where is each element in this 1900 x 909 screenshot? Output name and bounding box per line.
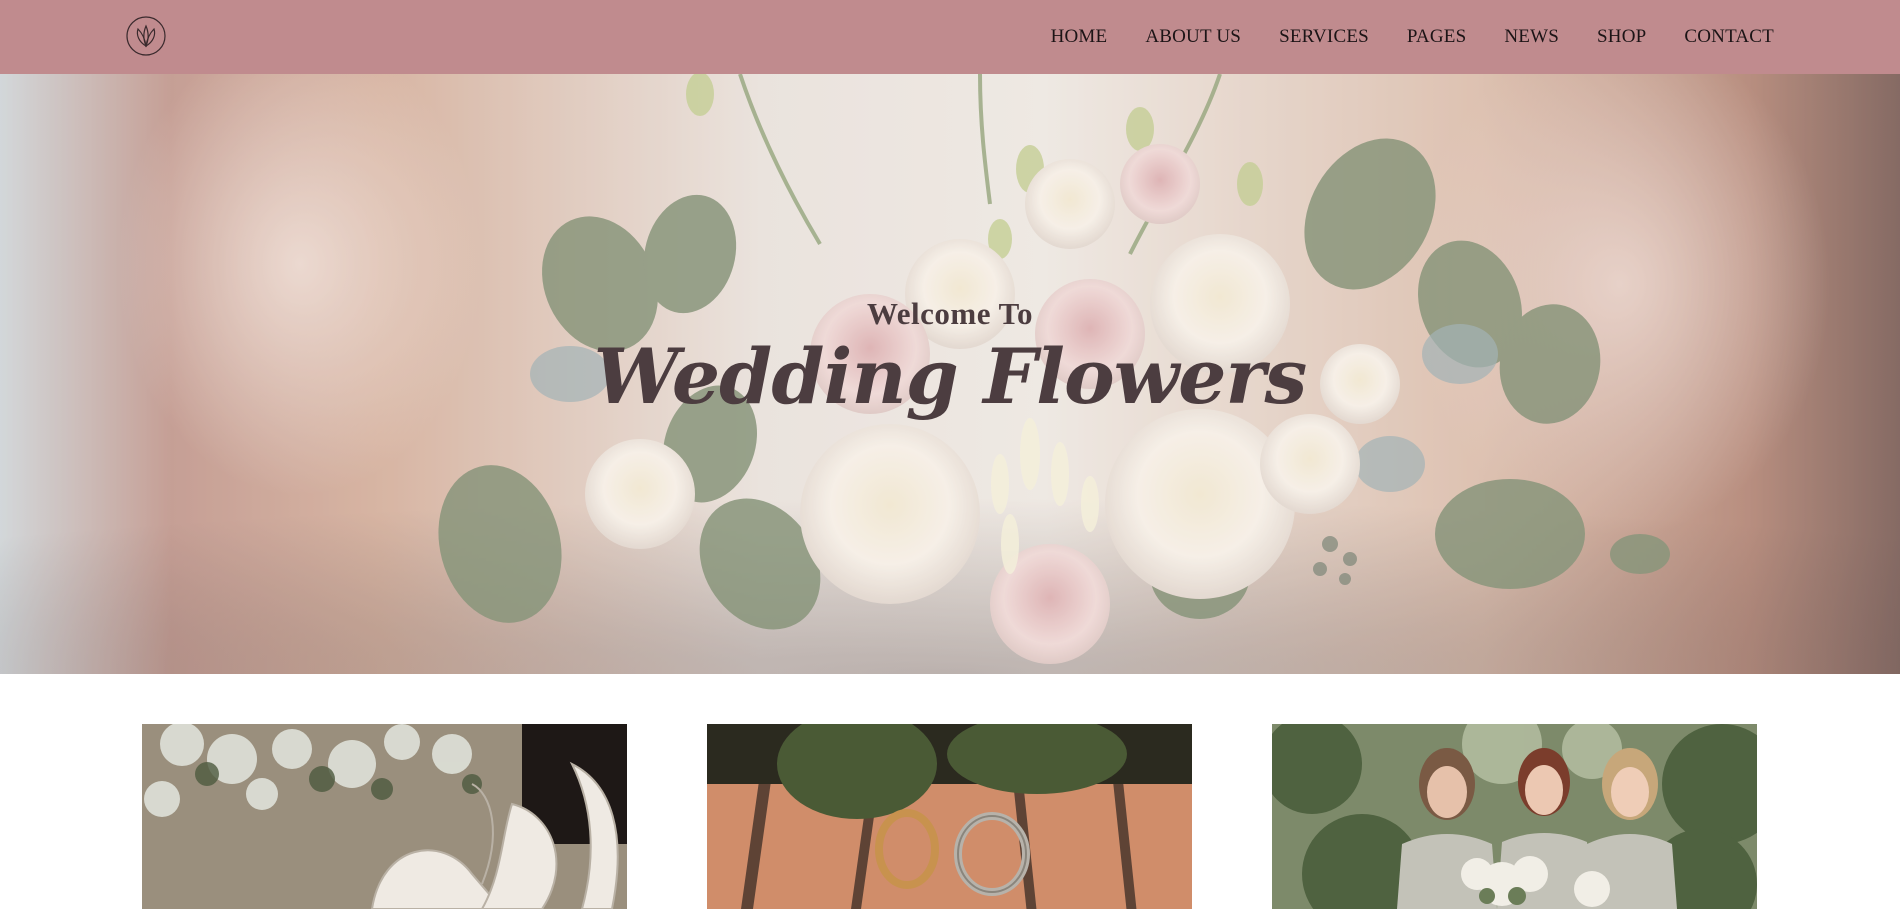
nav-shop[interactable]: SHOP [1597,26,1646,48]
nav-news[interactable]: NEWS [1504,26,1559,48]
site-header: HOME ABOUT US SERVICES PAGES NEWS SHOP C… [0,0,1900,74]
bridal-shoes-photo [142,724,627,909]
card-bridesmaids[interactable] [1272,724,1757,909]
nav-pages[interactable]: PAGES [1407,26,1466,48]
hero-title: Wedding Flowers [593,332,1308,421]
nav-services[interactable]: SERVICES [1279,26,1369,48]
lotus-leaf-icon[interactable] [125,15,167,57]
wedding-rings-photo [707,724,1192,909]
bridesmaids-photo [1272,724,1757,909]
card-wedding-rings[interactable] [707,724,1192,909]
nav-contact[interactable]: CONTACT [1684,26,1774,48]
nav-about-us[interactable]: ABOUT US [1145,26,1241,48]
card-bridal-shoes[interactable] [142,724,627,909]
main-nav: HOME ABOUT US SERVICES PAGES NEWS SHOP C… [1051,0,1774,74]
nav-home[interactable]: HOME [1051,26,1108,48]
hero-welcome: Welcome To [866,296,1034,331]
hero-banner: Welcome To Wedding Flowers [0,74,1900,674]
